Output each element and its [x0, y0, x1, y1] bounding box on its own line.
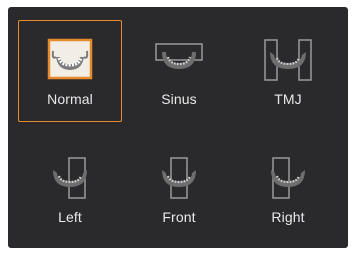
jaw-front-icon — [149, 153, 209, 201]
preset-right-button[interactable]: Right — [236, 138, 340, 240]
preset-front-button[interactable]: Front — [127, 138, 231, 240]
preset-normal-button[interactable]: Normal — [18, 20, 122, 122]
preset-tmj-button[interactable]: TMJ — [236, 20, 340, 122]
jaw-right-icon — [258, 153, 318, 201]
preset-sinus-button[interactable]: Sinus — [127, 20, 231, 122]
preset-label: Front — [162, 209, 196, 225]
scan-preset-grid: Normal Sinus TMJ Left Front Right — [18, 20, 338, 242]
scan-preset-panel: Normal Sinus TMJ Left Front Right — [8, 7, 348, 248]
preset-label: Right — [271, 209, 305, 225]
jaw-left-icon — [40, 153, 100, 201]
jaw-tmj-icon — [258, 35, 318, 83]
preset-left-button[interactable]: Left — [18, 138, 122, 240]
preset-label: TMJ — [274, 91, 302, 107]
jaw-sinus-icon — [149, 35, 209, 83]
preset-label: Left — [58, 209, 82, 225]
preset-label: Normal — [47, 91, 93, 107]
preset-label: Sinus — [161, 91, 197, 107]
jaw-normal-icon — [40, 35, 100, 83]
